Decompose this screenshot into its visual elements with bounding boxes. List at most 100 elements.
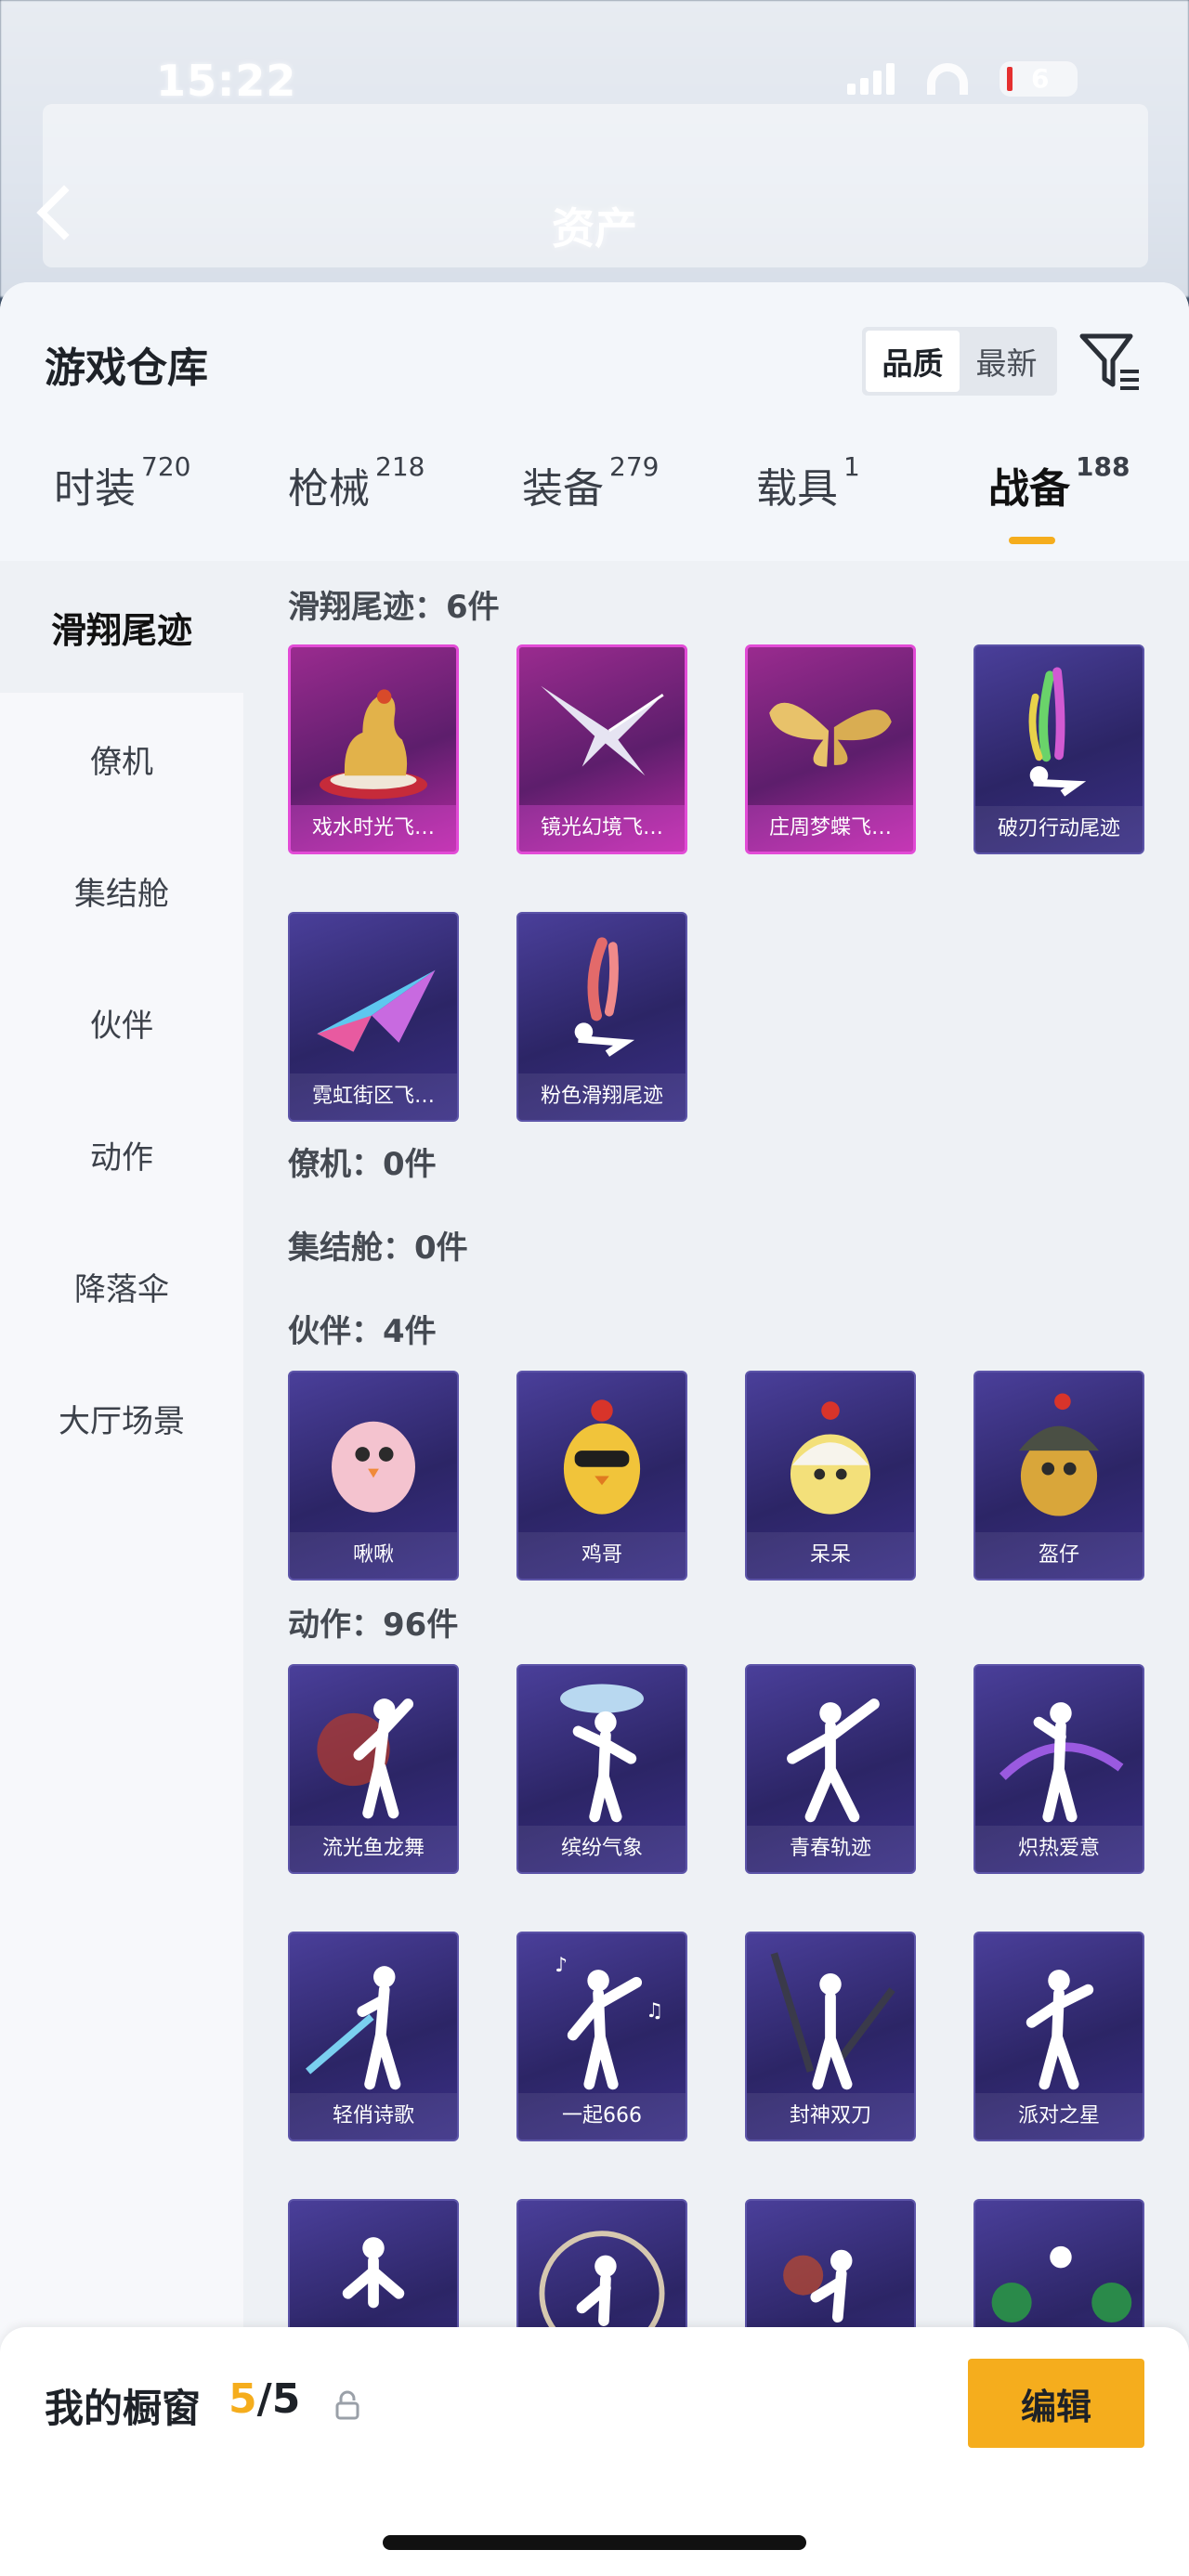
side-item-lobby-scene[interactable]: 大厅场景 bbox=[0, 1352, 243, 1484]
dancer-ice-icon bbox=[306, 1966, 401, 2090]
item-card[interactable]: 轻俏诗歌 bbox=[288, 1932, 459, 2141]
item-label: 呆呆 bbox=[747, 1532, 914, 1579]
dancer-cloud-icon bbox=[560, 1684, 644, 1823]
paper-plane-icon bbox=[317, 969, 436, 1052]
tab-equipment[interactable]: 装备 279 bbox=[522, 451, 659, 514]
item-card[interactable]: 青春轨迹 bbox=[745, 1664, 916, 1874]
pink-trail-icon bbox=[574, 937, 635, 1057]
bird-glider-icon bbox=[541, 685, 664, 776]
svg-text:♪: ♪ bbox=[555, 1954, 568, 1977]
tab-count: 1 bbox=[843, 451, 860, 482]
tab-count: 218 bbox=[375, 451, 425, 482]
item-list: 滑翔尾迹：6件 戏水时光飞… 镜光幻境飞… 庄周梦蝶飞… 破刃行动尾迹 霓虹街区… bbox=[288, 561, 1161, 2576]
item-label: 霓虹街区飞… bbox=[290, 1073, 457, 1120]
item-card[interactable]: 流光鱼龙舞 bbox=[288, 1664, 459, 1874]
item-label: 盔仔 bbox=[975, 1532, 1143, 1579]
item-label: 一起666 bbox=[518, 2093, 686, 2140]
tab-label: 战备 bbox=[988, 465, 1070, 513]
side-item-parachute[interactable]: 降落伞 bbox=[0, 1220, 243, 1352]
tab-count: 720 bbox=[141, 451, 191, 482]
showcase-count: 5/5 bbox=[229, 2375, 300, 2423]
tab-label: 装备 bbox=[522, 465, 604, 513]
nav-title: 资产 bbox=[552, 203, 637, 254]
item-label: 破刃行动尾迹 bbox=[975, 806, 1143, 852]
battery-level: 6 bbox=[1031, 63, 1050, 94]
item-card[interactable]: 啾啾 bbox=[288, 1371, 459, 1581]
signal-icon bbox=[847, 63, 895, 95]
status-bar: 15:22 6 bbox=[0, 45, 1189, 119]
item-card[interactable]: 粉色滑翔尾迹 bbox=[516, 912, 687, 1122]
item-label: 戏水时光飞… bbox=[291, 805, 456, 852]
side-item-capsule[interactable]: 集结舱 bbox=[0, 825, 243, 956]
home-indicator bbox=[383, 2535, 806, 2550]
tab-fashion[interactable]: 时装 720 bbox=[54, 451, 190, 514]
side-item-partner[interactable]: 伙伴 bbox=[0, 956, 243, 1088]
item-card[interactable]: 鸡哥 bbox=[516, 1371, 687, 1581]
pink-chick-icon bbox=[332, 1421, 415, 1513]
item-card[interactable]: 庄周梦蝶飞… bbox=[745, 644, 916, 854]
item-card[interactable]: 戏水时光飞… bbox=[288, 644, 459, 854]
showcase-count-total: 5 bbox=[271, 2375, 301, 2423]
tab-label: 时装 bbox=[54, 465, 136, 513]
item-label: 粉色滑翔尾迹 bbox=[518, 1073, 686, 1120]
edit-button[interactable]: 编辑 bbox=[968, 2359, 1144, 2448]
item-label: 镜光幻境飞… bbox=[519, 805, 685, 852]
item-card[interactable]: 盔仔 bbox=[973, 1371, 1144, 1581]
sort-quality-button[interactable]: 品质 bbox=[866, 331, 960, 392]
side-item-glide-trail[interactable]: 滑翔尾迹 bbox=[0, 561, 243, 693]
filter-icon[interactable] bbox=[1079, 332, 1141, 392]
item-card[interactable]: 呆呆 bbox=[745, 1371, 916, 1581]
helmet-chick-icon bbox=[1018, 1393, 1100, 1516]
horse-toy-icon bbox=[319, 689, 428, 800]
sort-latest-button[interactable]: 最新 bbox=[960, 331, 1053, 392]
sort-toggle: 品质 最新 bbox=[862, 327, 1057, 396]
item-card[interactable]: ♪ ♫ 一起666 bbox=[516, 1932, 687, 2141]
dancer-fire-icon bbox=[317, 1698, 414, 1819]
status-time: 15:22 bbox=[156, 56, 297, 106]
section-title-emote: 动作：96件 bbox=[288, 1607, 459, 1644]
tab-label: 载具 bbox=[756, 465, 838, 513]
tab-combat-gear[interactable]: 战备 188 bbox=[988, 451, 1130, 514]
item-card[interactable]: 炽热爱意 bbox=[973, 1664, 1144, 1874]
item-label: 轻俏诗歌 bbox=[290, 2093, 457, 2140]
item-label: 流光鱼龙舞 bbox=[290, 1826, 457, 1872]
tab-label: 枪械 bbox=[288, 465, 370, 513]
butterfly-glider-icon bbox=[769, 702, 892, 767]
side-item-wingman[interactable]: 僚机 bbox=[0, 693, 243, 825]
battery-icon: 6 bbox=[1000, 61, 1078, 97]
tab-weapons[interactable]: 枪械 218 bbox=[288, 451, 425, 514]
item-label: 炽热爱意 bbox=[975, 1826, 1143, 1872]
section-title-capsule: 集结舱：0件 bbox=[288, 1229, 468, 1267]
item-card[interactable]: 霓虹街区飞… bbox=[288, 912, 459, 1122]
item-card[interactable]: 派对之星 bbox=[973, 1932, 1144, 2141]
warehouse-sheet: 游戏仓库 品质 最新 时装 720 枪械 218 装备 279 载具 1 战备 188 滑… bbox=[0, 282, 1189, 2576]
item-label: 鸡哥 bbox=[518, 1532, 686, 1579]
egg-chick-icon bbox=[790, 1401, 871, 1515]
dancer-party-icon bbox=[1026, 1970, 1094, 2090]
showcase-count-separator: / bbox=[256, 2375, 272, 2423]
item-card[interactable]: 封神双刀 bbox=[745, 1932, 916, 2141]
section-title-wingman: 僚机：0件 bbox=[288, 1146, 437, 1183]
dancer-blades-icon bbox=[770, 1952, 895, 2090]
sheet-header: 游戏仓库 品质 最新 时装 720 枪械 218 装备 279 载具 1 战备 188 bbox=[0, 282, 1189, 561]
section-title-partner: 伙伴：4件 bbox=[288, 1313, 437, 1350]
chicken-sunglasses-icon bbox=[563, 1399, 641, 1515]
dancer-pose-icon bbox=[787, 1698, 880, 1823]
item-label: 啾啾 bbox=[290, 1532, 457, 1579]
tab-count: 279 bbox=[609, 451, 660, 482]
item-card[interactable]: 镜光幻境飞… bbox=[516, 644, 687, 854]
item-label: 青春轨迹 bbox=[747, 1826, 914, 1872]
item-label: 封神双刀 bbox=[747, 2093, 914, 2140]
content-area: 滑翔尾迹 僚机 集结舱 伙伴 动作 降落伞 大厅场景 滑翔尾迹：6件 戏水时光飞 bbox=[0, 561, 1189, 2576]
side-item-emote[interactable]: 动作 bbox=[0, 1088, 243, 1220]
item-card[interactable]: 缤纷气象 bbox=[516, 1664, 687, 1874]
svg-text:♫: ♫ bbox=[646, 1999, 663, 2023]
tab-vehicles[interactable]: 载具 1 bbox=[756, 451, 860, 514]
showcase-title: 我的橱窗 bbox=[45, 2386, 202, 2431]
rainbow-trail-icon bbox=[1028, 667, 1087, 797]
lock-icon bbox=[335, 2390, 359, 2420]
item-label: 庄周梦蝶飞… bbox=[748, 805, 913, 852]
item-card[interactable]: 破刃行动尾迹 bbox=[973, 644, 1144, 854]
active-tab-indicator bbox=[1009, 537, 1055, 544]
side-nav: 滑翔尾迹 僚机 集结舱 伙伴 动作 降落伞 大厅场景 bbox=[0, 561, 243, 2576]
